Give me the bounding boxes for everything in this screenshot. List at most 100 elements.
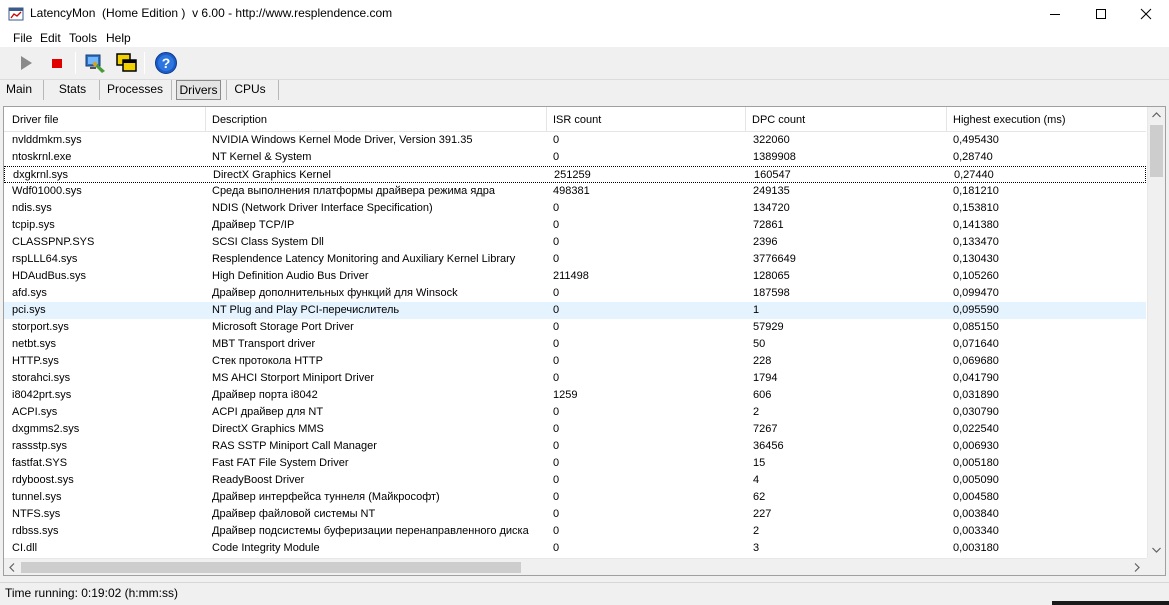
table-row[interactable]: Wdf01000.sys Среда выполнения платформы д…	[4, 183, 1146, 200]
column-header-highest-execution[interactable]: Highest execution (ms)	[947, 107, 1145, 132]
cell-description: NT Kernel & System	[212, 151, 312, 163]
table-row[interactable]: fastfat.SYS Fast FAT File System Driver 0 1…	[4, 455, 1146, 472]
table-row[interactable]: ACPI.sys ACPI драйвер для NT 0 2 0,030790	[4, 404, 1146, 421]
table-row[interactable]: ndis.sys NDIS (Network Driver Interface S…	[4, 200, 1146, 217]
play-icon	[21, 56, 32, 70]
maximize-button[interactable]	[1078, 0, 1124, 28]
table-row[interactable]: storahci.sys MS AHCI Storport Miniport Dr…	[4, 370, 1146, 387]
table-row[interactable]: tcpip.sys Драйвер TCP/IP 0 72861 0,141380	[4, 217, 1146, 234]
table-row[interactable]: HTTP.sys Стек протокола HTTP 0 228 0,069680	[4, 353, 1146, 370]
cell-description: Драйвер дополнительных функций для Winso…	[212, 287, 458, 299]
cell-dpc-count: 2396	[753, 236, 778, 248]
cell-highest-execution: 0,085150	[953, 321, 999, 333]
menu-tools[interactable]: Tools	[69, 31, 97, 45]
cell-isr-count: 0	[553, 525, 560, 537]
cell-dpc-count: 72861	[753, 219, 784, 231]
cell-description: MS AHCI Storport Miniport Driver	[212, 372, 374, 384]
table-row[interactable]: rassstp.sys RAS SSTP Miniport Call Manage…	[4, 438, 1146, 455]
help-button[interactable]: ?	[154, 51, 178, 75]
cell-isr-count: 0	[553, 423, 560, 435]
table-row[interactable]: nvlddmkm.sys NVIDIA Windows Kernel Mode D…	[4, 132, 1146, 149]
tab-drivers[interactable]: Drivers	[176, 80, 221, 100]
tab-main[interactable]: Main	[4, 80, 34, 100]
menu-help[interactable]: Help	[106, 31, 131, 45]
cell-driver-file: CI.dll	[12, 542, 38, 554]
column-header-isr-count[interactable]: ISR count	[547, 107, 745, 132]
cell-dpc-count: 227	[753, 508, 772, 520]
cell-dpc-count: 322060	[753, 134, 790, 146]
table-row[interactable]: rdyboost.sys ReadyBoost Driver 0 4 0,005090	[4, 472, 1146, 489]
minimize-button[interactable]	[1032, 0, 1078, 28]
stop-button[interactable]	[45, 51, 69, 75]
cell-driver-file: Wdf01000.sys	[12, 185, 82, 197]
cell-description: Code Integrity Module	[212, 542, 320, 554]
table-row[interactable]: HDAudBus.sys High Definition Audio Bus Dr…	[4, 268, 1146, 285]
cell-dpc-count: 62	[753, 491, 766, 503]
cell-description: Microsoft Storage Port Driver	[212, 321, 354, 333]
tab-separator	[278, 80, 279, 100]
toolbar-separator	[75, 52, 76, 74]
scroll-right-icon[interactable]	[1134, 563, 1140, 572]
close-button[interactable]	[1123, 0, 1169, 28]
cell-description: SCSI Class System Dll	[212, 236, 324, 248]
cell-description: DirectX Graphics Kernel	[213, 169, 331, 181]
cell-description: NVIDIA Windows Kernel Mode Driver, Versi…	[212, 134, 473, 146]
cell-description: Драйвер TCP/IP	[212, 219, 295, 231]
vertical-scroll-thumb[interactable]	[1150, 125, 1163, 177]
cell-highest-execution: 0,004580	[953, 491, 999, 503]
tab-stats[interactable]: Stats	[56, 80, 89, 100]
scroll-down-icon[interactable]	[1152, 547, 1161, 553]
scroll-up-icon[interactable]	[1152, 112, 1161, 118]
monitor-settings-button[interactable]	[83, 51, 107, 75]
scrollbar-corner	[1147, 558, 1165, 575]
cell-driver-file: i8042prt.sys	[12, 389, 72, 401]
cell-highest-execution: 0,006930	[953, 440, 999, 452]
table-row[interactable]: storport.sys Microsoft Storage Port Drive…	[4, 319, 1146, 336]
tab-separator	[226, 80, 227, 100]
table-row[interactable]: i8042prt.sys Драйвер порта i8042 1259 606 0,…	[4, 387, 1146, 404]
menu-edit[interactable]: Edit	[40, 31, 61, 45]
maximize-icon	[1096, 9, 1106, 19]
cell-driver-file: HTTP.sys	[12, 355, 59, 367]
horizontal-scroll-thumb[interactable]	[21, 562, 521, 573]
vertical-scrollbar[interactable]	[1147, 107, 1165, 558]
scroll-left-icon[interactable]	[9, 563, 15, 572]
table-row[interactable]: rspLLL64.sys Resplendence Latency Monitor…	[4, 251, 1146, 268]
cell-isr-count: 498381	[553, 185, 590, 197]
start-button[interactable]	[14, 51, 38, 75]
cell-description: NDIS (Network Driver Interface Specifica…	[212, 202, 433, 214]
horizontal-scrollbar[interactable]	[4, 558, 1147, 575]
cell-highest-execution: 0,031890	[953, 389, 999, 401]
table-row[interactable]: netbt.sys MBT Transport driver 0 50 0,071640	[4, 336, 1146, 353]
windows-button[interactable]	[114, 51, 138, 75]
cell-highest-execution: 0,130430	[953, 253, 999, 265]
table-row[interactable]: NTFS.sys Драйвер файловой системы NT 0 227 0…	[4, 506, 1146, 523]
cell-driver-file: pci.sys	[12, 304, 46, 316]
column-header-dpc-count[interactable]: DPC count	[746, 107, 946, 132]
menu-file[interactable]: File	[13, 31, 32, 45]
cell-description: Fast FAT File System Driver	[212, 457, 349, 469]
cell-description: MBT Transport driver	[212, 338, 316, 350]
column-header-description[interactable]: Description	[206, 107, 546, 132]
table-row[interactable]: pci.sys NT Plug and Play PCI-перечислител…	[4, 302, 1146, 319]
cell-dpc-count: 3776649	[753, 253, 796, 265]
tab-cpus[interactable]: CPUs	[233, 80, 267, 100]
table-row[interactable]: CI.dll Code Integrity Module 0 3 0,003180	[4, 540, 1146, 557]
cell-highest-execution: 0,105260	[953, 270, 999, 282]
tab-processes[interactable]: Processes	[107, 80, 163, 100]
table-row[interactable]: CLASSPNP.SYS SCSI Class System Dll 0 2396 0,…	[4, 234, 1146, 251]
close-icon	[1140, 8, 1152, 20]
table-row[interactable]: dxgmms2.sys DirectX Graphics MMS 0 7267 0,02…	[4, 421, 1146, 438]
cell-highest-execution: 0,099470	[953, 287, 999, 299]
table-row[interactable]: rdbss.sys Драйвер подсистемы буферизации …	[4, 523, 1146, 540]
table-row[interactable]: tunnel.sys Драйвер интерфейса туннеля (Ма…	[4, 489, 1146, 506]
column-header-driver-file[interactable]: Driver file	[6, 107, 204, 132]
cell-dpc-count: 36456	[753, 440, 784, 452]
table-row[interactable]: dxgkrnl.sys DirectX Graphics Kernel 251259…	[4, 166, 1146, 183]
table-row[interactable]: afd.sys Драйвер дополнительных функций дл…	[4, 285, 1146, 302]
table-row[interactable]: ntoskrnl.exe NT Kernel & System 0 1389908 0,…	[4, 149, 1146, 166]
cell-highest-execution: 0,030790	[953, 406, 999, 418]
cell-isr-count: 0	[553, 355, 560, 367]
cell-dpc-count: 1389908	[753, 151, 796, 163]
status-bar: Time running: 0:19:02 (h:mm:ss)	[0, 582, 1169, 602]
